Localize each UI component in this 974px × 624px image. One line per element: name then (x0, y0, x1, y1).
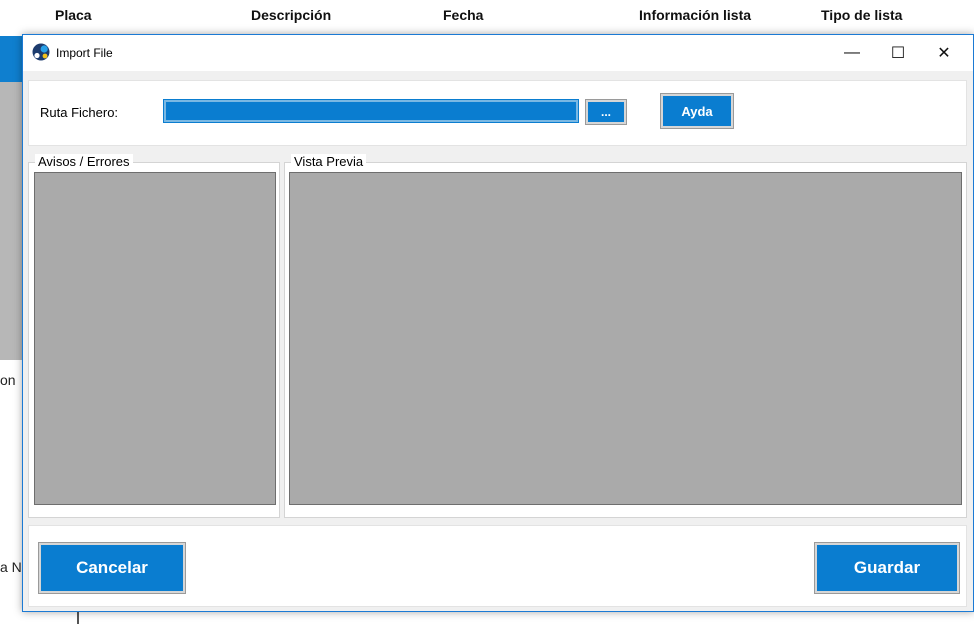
background-text-fragment: on (0, 372, 16, 388)
close-button[interactable]: ✕ (921, 35, 967, 71)
dialog-titlebar[interactable]: Import File — ☐ ✕ (23, 35, 973, 71)
dialog-title: Import File (56, 46, 113, 60)
ruta-fichero-input[interactable] (163, 99, 579, 123)
import-file-dialog: Import File — ☐ ✕ Ruta Fichero: ... Ayda… (22, 34, 974, 612)
actions-panel: Cancelar Guardar (28, 525, 967, 607)
column-header-placa[interactable]: Placa (55, 7, 92, 23)
help-button[interactable]: Ayda (660, 93, 734, 129)
background-blue-bar (0, 36, 22, 82)
app-logo-icon (32, 43, 50, 61)
browse-button[interactable]: ... (585, 99, 627, 125)
dialog-client-area: Ruta Fichero: ... Ayda Avisos / Errores … (23, 71, 973, 611)
maximize-icon: ☐ (890, 45, 906, 62)
close-icon: ✕ (937, 45, 951, 62)
background-table-header: Placa Descripción Fecha Información list… (0, 0, 974, 34)
background-text-fragment: a N (0, 559, 22, 575)
warnings-list[interactable] (34, 172, 276, 505)
cancel-button[interactable]: Cancelar (38, 542, 186, 594)
preview-grid[interactable] (289, 172, 962, 505)
minimize-icon: — (844, 44, 860, 61)
maximize-button[interactable]: ☐ (875, 35, 921, 71)
column-header-fecha[interactable]: Fecha (443, 7, 483, 23)
preview-groupbox: Vista Previa (284, 154, 967, 518)
column-header-informacion-lista[interactable]: Información lista (639, 7, 751, 23)
warnings-groupbox: Avisos / Errores (28, 154, 280, 518)
column-header-tipo-de-lista[interactable]: Tipo de lista (821, 7, 902, 23)
minimize-button[interactable]: — (829, 35, 875, 71)
save-button[interactable]: Guardar (814, 542, 960, 594)
file-path-panel: Ruta Fichero: ... Ayda (28, 80, 967, 146)
column-header-descripcion[interactable]: Descripción (251, 7, 331, 23)
warnings-title: Avisos / Errores (35, 154, 133, 170)
preview-title: Vista Previa (291, 154, 367, 170)
background-gray-panel (0, 82, 22, 360)
ruta-fichero-label: Ruta Fichero: (40, 105, 119, 120)
